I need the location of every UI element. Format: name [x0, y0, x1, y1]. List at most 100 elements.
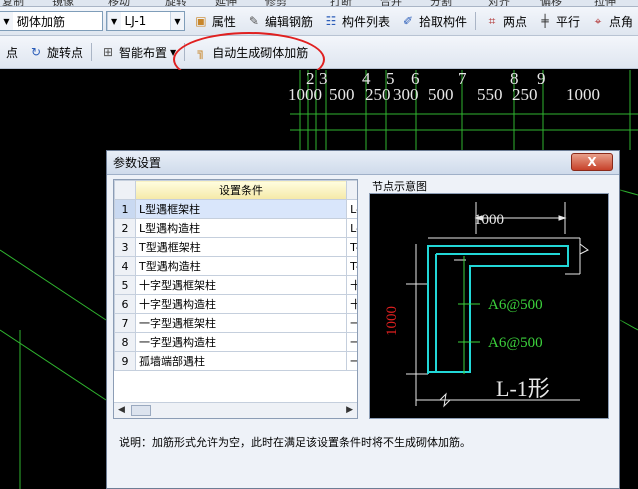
column-header-condition: 设置条件: [134, 180, 348, 200]
component-type-combo[interactable]: ▼ 砌体加筋: [0, 11, 103, 31]
parallel-icon: ╪: [541, 14, 549, 28]
value-cell[interactable]: 一字: [346, 313, 357, 333]
value-cell[interactable]: 十字: [346, 294, 357, 314]
table-row[interactable]: 1L型遇框架柱L-1形: [114, 199, 357, 219]
align-button[interactable]: 对齐: [488, 0, 510, 6]
offset-button[interactable]: 偏移: [540, 0, 562, 6]
component-name-combo[interactable]: ▼ LJ-1 ▼: [105, 11, 185, 31]
two-points-button[interactable]: ⌗ 两点: [479, 10, 532, 32]
dimension-text: 550: [477, 85, 503, 104]
copy-button[interactable]: 复制: [2, 0, 24, 6]
condition-cell[interactable]: T型遇框架柱: [134, 237, 348, 257]
value-cell[interactable]: 一字: [346, 332, 357, 352]
settings-grid: 设置条件 1L型遇框架柱L-1形2L型遇构造柱L-3形3T型遇框架柱T-1形4T…: [113, 179, 358, 419]
toolbar-separator: [184, 43, 186, 61]
point-angle-icon: ⌖: [594, 14, 602, 28]
table-row[interactable]: 3T型遇框架柱T-1形: [114, 237, 357, 257]
point-angle-button[interactable]: ⌖ 点角: [585, 10, 638, 32]
table-row[interactable]: 9孤墙端部遇柱一字: [114, 351, 357, 371]
condition-cell[interactable]: L型遇框架柱: [134, 199, 348, 219]
table-row[interactable]: 5十字型遇框架柱十字: [114, 275, 357, 295]
parallel-button[interactable]: ╪ 平行: [532, 10, 585, 32]
edit-rebar-icon: ✎: [248, 14, 259, 28]
table-row[interactable]: 6十字型遇构造柱十字: [114, 294, 357, 314]
table-row[interactable]: 7一字型遇框架柱一字: [114, 313, 357, 333]
component-list-button[interactable]: ☷ 构件列表: [318, 10, 395, 32]
value-cell[interactable]: L-3形: [346, 218, 357, 238]
pick-component-button[interactable]: ✐ 拾取构件: [395, 10, 472, 32]
close-button[interactable]: X: [571, 153, 613, 171]
scroll-left-icon[interactable]: ◀: [118, 405, 125, 415]
toolbar-separator: [474, 12, 476, 30]
axis-number: 7: [458, 70, 467, 88]
dimension-text: 500: [329, 85, 355, 104]
condition-cell[interactable]: 一字型遇框架柱: [134, 313, 348, 333]
properties-icon: ▣: [195, 14, 207, 28]
merge-button[interactable]: 合并: [380, 0, 402, 6]
mirror-button[interactable]: 镜像: [52, 0, 74, 6]
dimension-horizontal: 1000: [474, 212, 504, 228]
preview-title: 节点示意图: [372, 180, 427, 193]
condition-cell[interactable]: 十字型遇构造柱: [134, 294, 348, 314]
toolbar-separator: [91, 43, 93, 61]
properties-button[interactable]: ▣ 属性: [188, 10, 241, 32]
auto-generate-icon: ╗: [197, 45, 205, 59]
table-row[interactable]: 8一字型遇构造柱一字: [114, 332, 357, 352]
trim-button[interactable]: 修剪: [265, 0, 287, 6]
auto-generate-button[interactable]: ╗ 自动生成砌体加筋: [188, 41, 313, 63]
point-button[interactable]: 点: [0, 41, 23, 63]
row-number[interactable]: 5: [114, 275, 136, 295]
node-preview: 1000 1000 A6@500 A6@500 L-1形: [369, 193, 609, 419]
break-button[interactable]: 打断: [330, 0, 352, 6]
horizontal-scrollbar[interactable]: ◀ ▶: [114, 402, 357, 418]
row-number[interactable]: 8: [114, 332, 136, 352]
row-number[interactable]: 2: [114, 218, 136, 238]
chevron-down-icon[interactable]: ▼: [106, 12, 121, 30]
row-number[interactable]: 3: [114, 237, 136, 257]
extend-button[interactable]: 延伸: [215, 0, 237, 6]
row-number[interactable]: 9: [114, 351, 136, 371]
condition-cell[interactable]: T型遇构造柱: [134, 256, 348, 276]
dialog-title-bar[interactable]: 参数设置: [107, 151, 619, 175]
stretch-button[interactable]: 拉伸: [594, 0, 616, 6]
dialog-title: 参数设置: [113, 156, 162, 170]
value-cell[interactable]: L-1形: [346, 199, 357, 219]
condition-cell[interactable]: 一字型遇构造柱: [134, 332, 348, 352]
pick-icon: ✐: [402, 14, 413, 28]
value-cell[interactable]: T-1形: [346, 237, 357, 257]
row-number[interactable]: 6: [114, 294, 136, 314]
smart-layout-button[interactable]: ⊞ 智能布置 ▼: [95, 41, 181, 63]
condition-cell[interactable]: 孤墙端部遇柱: [134, 351, 348, 371]
dimension-text: 250: [365, 85, 391, 104]
rotate-icon: ↻: [30, 45, 42, 59]
row-number[interactable]: 7: [114, 313, 136, 333]
chevron-down-icon[interactable]: ▼: [0, 12, 13, 30]
rebar-label: A6@500: [488, 335, 543, 351]
row-number[interactable]: 4: [114, 256, 136, 276]
table-row[interactable]: 2L型遇构造柱L-3形: [114, 218, 357, 238]
close-icon: X: [587, 155, 597, 169]
move-button[interactable]: 移动: [108, 0, 130, 6]
condition-cell[interactable]: 十字型遇框架柱: [134, 275, 348, 295]
dimension-text: 1000: [288, 85, 322, 104]
axis-number: 9: [537, 70, 546, 88]
dimension-text: 300: [393, 85, 419, 104]
value-cell[interactable]: 十字: [346, 275, 357, 295]
scroll-thumb[interactable]: [131, 405, 151, 416]
settings-table: 设置条件 1L型遇框架柱L-1形2L型遇构造柱L-3形3T型遇框架柱T-1形4T…: [114, 180, 357, 371]
value-cell[interactable]: T-3形: [346, 256, 357, 276]
description-note: 说明：加筋形式允许为空，此时在满足该设置条件时将不生成砌体加筋。: [119, 436, 471, 449]
value-cell[interactable]: 一字: [346, 351, 357, 371]
row-number[interactable]: 1: [114, 199, 136, 219]
chevron-down-icon[interactable]: ▼: [169, 12, 184, 30]
table-row[interactable]: 4T型遇构造柱T-3形: [114, 256, 357, 276]
edit-rebar-button[interactable]: ✎ 编辑钢筋: [241, 10, 318, 32]
condition-cell[interactable]: L型遇构造柱: [134, 218, 348, 238]
rotate-point-button[interactable]: ↻ 旋转点: [23, 41, 88, 63]
split-button[interactable]: 分割: [430, 0, 452, 6]
smart-layout-icon: ⊞: [103, 45, 114, 59]
rotate-button[interactable]: 旋转: [165, 0, 187, 6]
dimension-text: 250: [512, 85, 538, 104]
chevron-down-icon: ▼: [170, 47, 177, 57]
scroll-right-icon[interactable]: ▶: [346, 405, 353, 415]
